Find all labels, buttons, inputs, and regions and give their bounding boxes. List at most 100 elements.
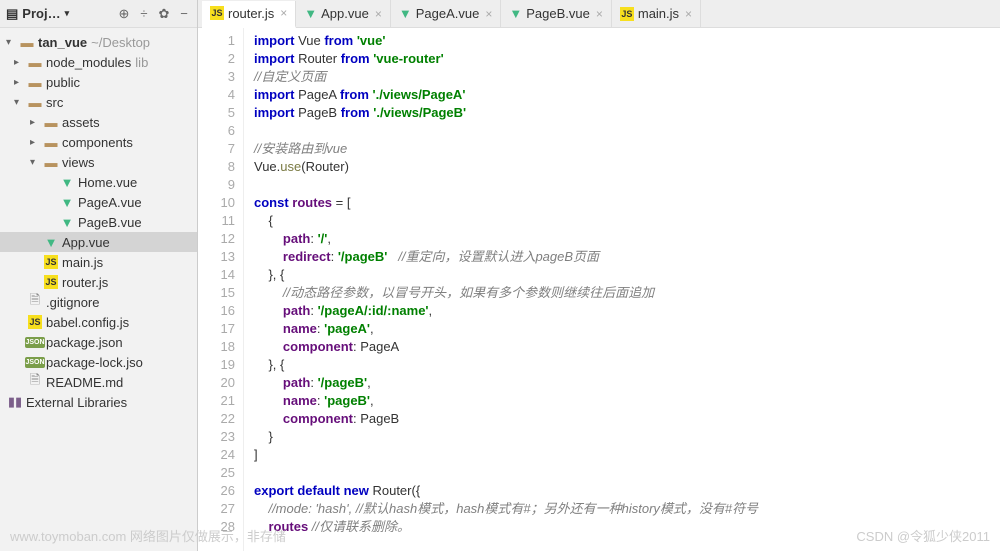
tree-item-package-json[interactable]: JSONpackage.json [0,332,197,352]
code-line-16[interactable]: path: '/pageA/:id/:name', [254,302,1000,320]
code-line-13[interactable]: redirect: '/pageB' //重定向，设置默认进入pageB页面 [254,248,1000,266]
expand-arrow[interactable]: ▾ [30,157,42,168]
code-line-15[interactable]: //动态路径参数，以冒号开头，如果有多个参数则继续往后面追加 [254,284,1000,302]
line-number: 11 [198,212,235,230]
code-line-22[interactable]: component: PageB [254,410,1000,428]
close-icon[interactable]: × [485,7,492,21]
json-icon: JSON [26,357,44,368]
external-libraries-row[interactable]: ▮▮ External Libraries [0,392,197,412]
tree-item-babel-config-js[interactable]: JSbabel.config.js [0,312,197,332]
tree-item-label: .gitignore [46,295,99,310]
gear-icon[interactable]: ✿ [157,7,171,21]
tree-item-src[interactable]: ▾▬src [0,92,197,112]
line-number: 25 [198,464,235,482]
tree-item-App-vue[interactable]: ▼App.vue [0,232,197,252]
tree-item-Home-vue[interactable]: ▼Home.vue [0,172,197,192]
tree-item-components[interactable]: ▸▬components [0,132,197,152]
code-line-3[interactable]: //自定义页面 [254,68,1000,86]
code-line-2[interactable]: import Router from 'vue-router' [254,50,1000,68]
code-line-4[interactable]: import PageA from './views/PageA' [254,86,1000,104]
project-root-row[interactable]: ▾ ▬ tan_vue ~/Desktop [0,32,197,52]
tree-item-README-md[interactable]: 🗎README.md [0,372,197,392]
expand-arrow[interactable]: ▾ [6,37,18,48]
tree-item-node-modules[interactable]: ▸▬node_moduleslib [0,52,197,72]
code-area: 1234567891011121314151617181920212223242… [198,28,1000,551]
hide-icon[interactable]: − [177,7,191,21]
code-line-27[interactable]: //mode: 'hash', //默认hash模式，hash模式有#；另外还有… [254,500,1000,518]
watermark-right: CSDN @令狐少侠2011 [856,526,990,545]
code-line-26[interactable]: export default new Router({ [254,482,1000,500]
line-number: 6 [198,122,235,140]
folder-icon: ▬ [26,75,44,90]
tab-label: main.js [638,6,679,21]
expand-arrow[interactable]: ▸ [30,137,42,148]
code-line-25[interactable] [254,464,1000,482]
code-line-18[interactable]: component: PageA [254,338,1000,356]
folder-icon: ▬ [26,95,44,110]
tree-item-label: App.vue [62,235,110,250]
watermark-left: www.toymoban.com 网络图片仅做展示，非存储 [10,526,286,545]
code-line-17[interactable]: name: 'pageA', [254,320,1000,338]
tree-item-PageB-vue[interactable]: ▼PageB.vue [0,212,197,232]
tab-App-vue[interactable]: ▼App.vue× [296,0,391,27]
tree-item-assets[interactable]: ▸▬assets [0,112,197,132]
line-number: 20 [198,374,235,392]
close-icon[interactable]: × [685,7,692,21]
line-number: 13 [198,248,235,266]
expand-arrow[interactable]: ▾ [14,97,26,108]
folder-icon: ▬ [18,35,36,50]
code-line-11[interactable]: { [254,212,1000,230]
line-number: 22 [198,410,235,428]
code-line-21[interactable]: name: 'pageB', [254,392,1000,410]
tab-router-js[interactable]: JSrouter.js× [202,1,296,28]
line-number: 15 [198,284,235,302]
tree-item-label: package-lock.jso [46,355,143,370]
tree-item-main-js[interactable]: JSmain.js [0,252,197,272]
tree-item-router-js[interactable]: JSrouter.js [0,272,197,292]
code-line-5[interactable]: import PageB from './views/PageB' [254,104,1000,122]
code-line-9[interactable] [254,176,1000,194]
sidebar-title[interactable]: ▤ Proj… ▾ [6,6,117,22]
code-line-19[interactable]: }, { [254,356,1000,374]
code-line-20[interactable]: path: '/pageB', [254,374,1000,392]
expand-arrow[interactable]: ▸ [14,57,26,68]
code-content[interactable]: import Vue from 'vue'import Router from … [244,28,1000,551]
divide-icon[interactable]: ÷ [137,7,151,21]
code-line-14[interactable]: }, { [254,266,1000,284]
tab-main-js[interactable]: JS main.js × [612,0,701,27]
tree-item-public[interactable]: ▸▬public [0,72,197,92]
tab-PageB-vue[interactable]: ▼PageB.vue× [501,0,612,27]
project-tree: ▾ ▬ tan_vue ~/Desktop ▸▬node_moduleslib▸… [0,28,197,551]
line-number: 27 [198,500,235,518]
tree-item-label: node_modules [46,55,131,70]
sidebar-header: ▤ Proj… ▾ ⊕ ÷ ✿ − [0,0,197,28]
code-line-7[interactable]: //安装路由到vue [254,140,1000,158]
tree-item-label: babel.config.js [46,315,129,330]
collapse-icon[interactable]: ⊕ [117,7,131,21]
tree-item-label: views [62,155,95,170]
tree-item-PageA-vue[interactable]: ▼PageA.vue [0,192,197,212]
code-line-23[interactable]: } [254,428,1000,446]
expand-arrow[interactable]: ▸ [14,77,26,88]
code-line-8[interactable]: Vue.use(Router) [254,158,1000,176]
line-number: 8 [198,158,235,176]
line-number: 24 [198,446,235,464]
tab-label: App.vue [321,6,369,21]
code-line-6[interactable] [254,122,1000,140]
code-line-1[interactable]: import Vue from 'vue' [254,32,1000,50]
close-icon[interactable]: × [280,6,287,20]
code-line-12[interactable]: path: '/', [254,230,1000,248]
tab-label: PageA.vue [416,6,480,21]
expand-arrow[interactable]: ▸ [30,117,42,128]
line-number: 5 [198,104,235,122]
line-number: 26 [198,482,235,500]
tab-PageA-vue[interactable]: ▼PageA.vue× [391,0,502,27]
code-line-10[interactable]: const routes = [ [254,194,1000,212]
close-icon[interactable]: × [596,7,603,21]
tree-item-views[interactable]: ▾▬views [0,152,197,172]
tree-item-package-lock-jso[interactable]: JSONpackage-lock.jso [0,352,197,372]
tree-item--gitignore[interactable]: 🗎.gitignore [0,292,197,312]
code-line-24[interactable]: ] [254,446,1000,464]
close-icon[interactable]: × [375,7,382,21]
js-icon: JS [620,7,634,21]
